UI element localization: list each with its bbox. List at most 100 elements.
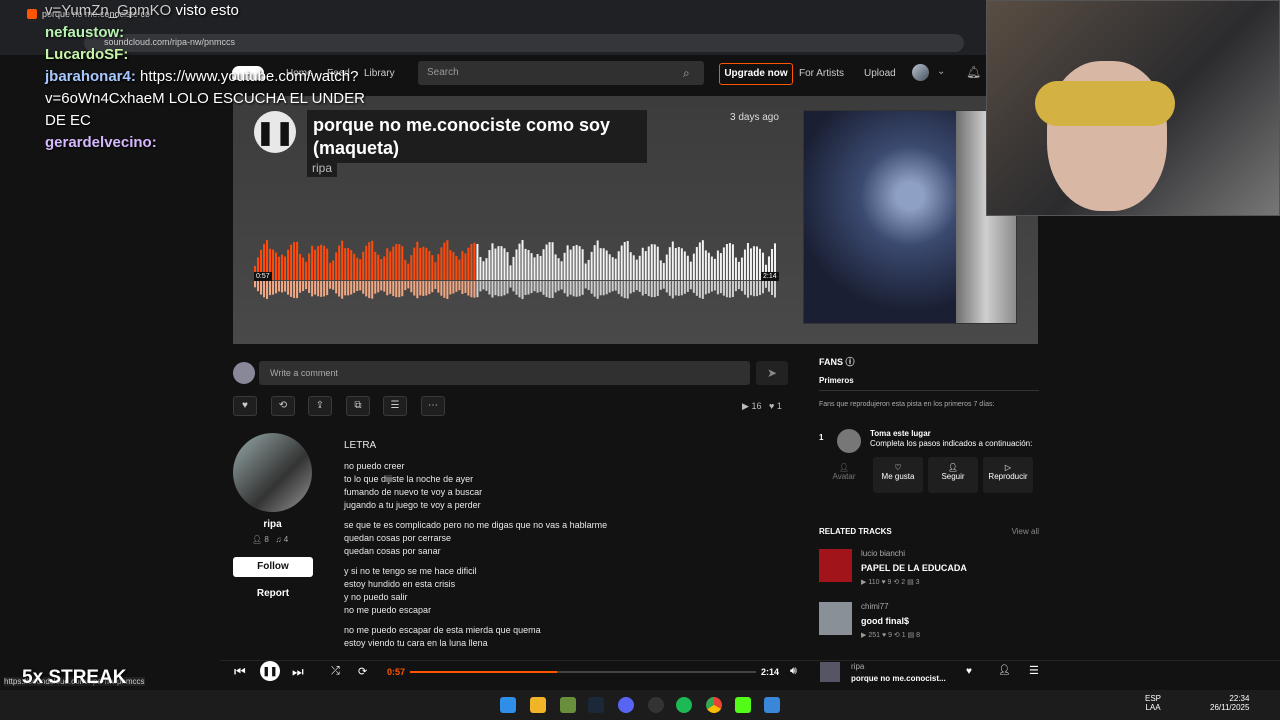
queue-icon[interactable]: ☰ <box>1029 664 1039 677</box>
waveform-bar <box>479 256 482 280</box>
waveform-reflection <box>380 281 383 291</box>
fan-play-button[interactable]: ▷ Reproducir <box>983 457 1033 493</box>
waveform-bar <box>317 246 320 280</box>
share-button[interactable]: ⇪ <box>308 396 332 416</box>
artist-avatar[interactable] <box>233 433 312 512</box>
fan-follow-button[interactable]: 👤︎ Seguir <box>928 457 978 493</box>
player-like-icon[interactable]: ♥ <box>966 666 972 677</box>
clock[interactable]: 22:34 26/11/2025 <box>1210 694 1249 712</box>
repeat-icon[interactable]: ⟳ <box>358 665 367 678</box>
artist-name[interactable]: ripa <box>233 519 312 530</box>
related-title-text[interactable]: PAPEL DE LA EDUCADA <box>861 563 967 573</box>
waveform-bar <box>569 249 572 280</box>
chrome-icon[interactable] <box>706 697 722 713</box>
waveform-bar <box>293 242 296 280</box>
waveform-bar <box>740 257 743 280</box>
waveform-bar <box>614 258 617 280</box>
waveform-bar <box>641 247 644 280</box>
track-thumbnail <box>819 602 852 635</box>
waveform[interactable] <box>254 236 777 302</box>
lyric-line: y si no te tengo se me hace dificil <box>344 566 477 576</box>
waveform-reflection <box>386 281 389 296</box>
waveform-bar <box>410 255 413 280</box>
like-button[interactable]: ♥ <box>233 396 257 416</box>
waveform-reflection <box>374 281 377 294</box>
waveform-bar <box>413 247 416 280</box>
waveform-reflection <box>593 281 596 297</box>
waveform-bar <box>377 254 380 280</box>
repost-button[interactable]: ⟲ <box>271 396 295 416</box>
lyrics-stanza: no me puedo escapar de esta mierda que q… <box>344 624 644 650</box>
waveform-bar <box>551 242 554 280</box>
waveform-reflection <box>338 281 341 297</box>
related-title: RELATED TRACKS <box>819 527 892 536</box>
spotify-icon[interactable] <box>676 697 692 713</box>
search-icon[interactable]: ⌕ <box>683 66 690 81</box>
notifications-bell-icon[interactable]: 🔔︎ <box>966 65 981 79</box>
nav-upload[interactable]: Upload <box>864 68 896 79</box>
waveform-bar <box>386 248 389 280</box>
file-explorer-icon[interactable] <box>530 697 546 713</box>
waveform-bar <box>542 249 545 280</box>
nav-for-artists[interactable]: For Artists <box>799 68 844 79</box>
related-artist[interactable]: chimi77 <box>861 602 920 611</box>
chevron-down-icon[interactable]: ⌄ <box>937 66 945 77</box>
obs-icon[interactable] <box>648 697 664 713</box>
volume-icon[interactable]: 🔊︎ <box>790 665 797 678</box>
language-indicator[interactable]: ESP LAA <box>1145 694 1161 712</box>
related-title-text[interactable]: good final$ <box>861 616 920 626</box>
fan-like-button[interactable]: ♡ Me gusta <box>873 457 923 493</box>
waveform-bar <box>656 246 659 280</box>
waveform-bar <box>620 245 623 280</box>
waveform-bar <box>512 256 515 280</box>
notepad-icon[interactable] <box>764 697 780 713</box>
comment-input[interactable]: Write a comment <box>259 361 750 385</box>
related-artist[interactable]: lucio bianchi <box>861 549 967 558</box>
related-stats: ▶ 251 ♥ 9 ⟲ 1 ▤ 8 <box>861 632 921 639</box>
waveform-bar <box>518 243 521 280</box>
waveform-reflection <box>254 281 257 288</box>
add-to-playlist-button[interactable]: ☰ <box>383 396 407 416</box>
player-follow-icon[interactable]: 👤︎ <box>998 665 1011 676</box>
player-title[interactable]: porque no me.conocist... <box>851 674 946 683</box>
waveform-bar <box>482 261 485 280</box>
waveform-reflection <box>281 281 284 293</box>
kick-icon[interactable] <box>735 697 751 713</box>
follow-button[interactable]: Follow <box>233 557 313 577</box>
waveform-reflection <box>455 281 458 292</box>
report-link[interactable]: Report <box>233 588 313 599</box>
user-avatar[interactable] <box>912 64 929 81</box>
waveform-reflection <box>368 281 371 299</box>
waveform-reflection <box>689 281 692 290</box>
start-icon[interactable] <box>500 697 516 713</box>
lyric-line: no me puedo escapar <box>344 605 432 615</box>
waveform-bar <box>455 255 458 280</box>
tab-primeros[interactable]: Primeros <box>819 376 1039 391</box>
waveform-bar <box>290 244 293 280</box>
waveform-reflection <box>371 281 374 299</box>
next-icon[interactable]: ⏭ <box>292 664 304 680</box>
player-pause-button[interactable]: ❚❚ <box>260 661 280 681</box>
waveform-bar <box>749 248 752 280</box>
copy-link-button[interactable]: ⧉ <box>346 396 370 416</box>
discord-icon[interactable] <box>618 697 634 713</box>
minecraft-icon[interactable] <box>560 697 576 713</box>
upgrade-button[interactable]: Upgrade now <box>719 63 793 85</box>
track-artist[interactable]: ripa <box>307 160 338 177</box>
waveform-reflection <box>704 281 707 295</box>
shuffle-icon[interactable]: ⤮ <box>331 665 340 678</box>
waveform-bar <box>659 260 662 280</box>
player-artist[interactable]: ripa <box>851 662 864 671</box>
nav-library[interactable]: Library <box>364 68 395 79</box>
steam-icon[interactable] <box>588 697 604 713</box>
search-input[interactable]: Search <box>418 61 704 85</box>
view-all-link[interactable]: View all <box>1012 527 1039 536</box>
waveform-bar <box>722 247 725 280</box>
waveform-bar <box>311 245 314 280</box>
more-button[interactable]: ⋯ <box>421 396 445 416</box>
send-comment-icon[interactable]: ➤ <box>756 361 788 385</box>
info-icon[interactable]: ⓘ <box>846 357 855 367</box>
player-duration: 2:14 <box>761 667 780 677</box>
waveform-reflection <box>596 281 599 299</box>
previous-icon[interactable]: ⏮ <box>234 664 246 680</box>
